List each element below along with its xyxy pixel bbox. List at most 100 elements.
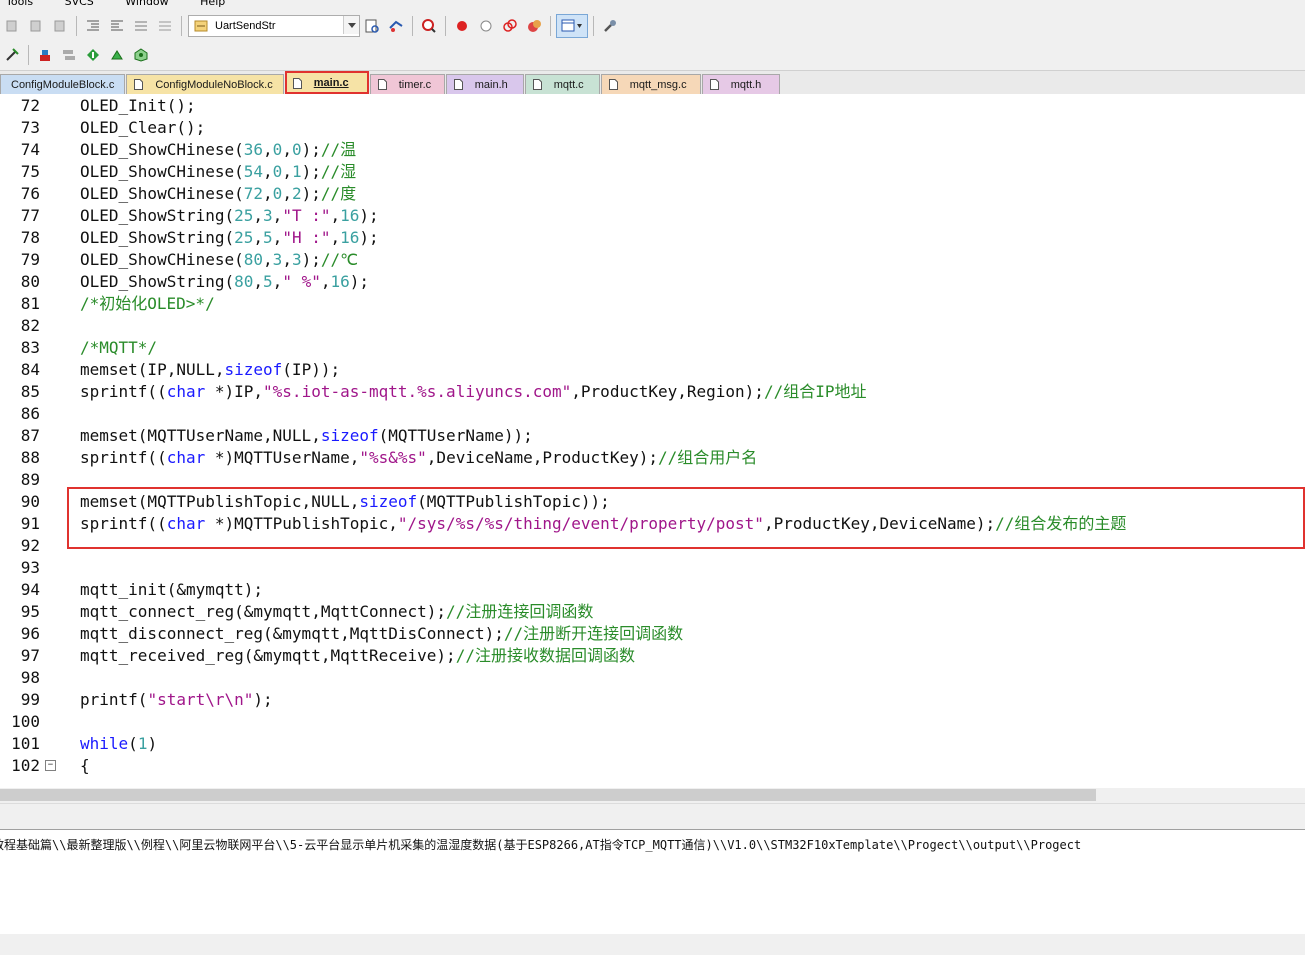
code-line[interactable]: 85 sprintf((char *)IP,"%s.iot-as-mqtt.%s.… [0,381,1305,403]
indent-icon[interactable] [82,15,104,37]
manage-components-icon[interactable] [130,44,152,66]
code-text: while(1) [80,734,158,753]
breakpoint-icon[interactable] [451,15,473,37]
toolbar-separator [76,16,77,36]
menu-window[interactable]: Window [125,0,168,8]
pane-splitter[interactable] [0,803,1305,830]
toolbar-separator [550,16,551,36]
line-number: 83 [20,338,40,357]
unindent-icon[interactable] [106,15,128,37]
tab-label: mqtt.h [730,78,762,91]
line-number: 98 [20,668,40,687]
target-function-combo[interactable]: UartSendStr [188,15,360,37]
line-number: 78 [20,228,40,247]
code-line[interactable]: 102− { [0,755,1305,777]
line-number: 100 [11,712,40,731]
build-toolbar [0,40,1305,71]
code-editor[interactable]: 72 OLED_Init(); 73 OLED_Clear(); 74 OLED_Show… [0,94,1305,788]
toolbar-separator [593,16,594,36]
menu-svcs[interactable]: SVCS [65,0,94,8]
code-line[interactable]: 96 mqtt_disconnect_reg(&mymqtt,MqttDisCon… [0,623,1305,645]
line-number: 91 [20,514,40,533]
line-number: 85 [20,382,40,401]
breakpoint-kill-icon[interactable] [523,15,545,37]
code-line[interactable]: 76 OLED_ShowCHinese(72,0,2);//度 [0,183,1305,205]
find-in-files-icon[interactable] [361,15,383,37]
line-number: 96 [20,624,40,643]
options-icon[interactable] [106,44,128,66]
code-text: sprintf((char *)MQTTUserName,"%s&%s",Dev… [80,448,758,467]
tab-mqtt-msg-c[interactable]: mqtt_msg.c [600,74,701,94]
file-tab-bar: ConfigModuleBlock.c ConfigModuleNoBlock.… [0,71,1305,94]
build-icon[interactable] [34,44,56,66]
tab-configmoduleblock[interactable]: ConfigModuleBlock.c [0,74,126,94]
code-text: OLED_ShowCHinese(36,0,0);//温 [80,140,357,159]
browse-icon[interactable] [385,15,407,37]
code-line[interactable]: 98 [0,667,1305,689]
tab-main-c[interactable]: main.c [284,71,369,94]
code-line[interactable]: 77 OLED_ShowString(25,3,"T :",16); [0,205,1305,227]
bookmark-clear-icon[interactable] [49,15,71,37]
code-line[interactable]: 86 [0,403,1305,425]
code-line[interactable]: 97 mqtt_received_reg(&mymqtt,MqttReceive)… [0,645,1305,667]
code-line[interactable]: 94 mqtt_init(&mymqtt); [0,579,1305,601]
code-line[interactable]: 80 OLED_ShowString(80,5," %",16); [0,271,1305,293]
editor-horizontal-scrollbar[interactable] [0,788,1305,802]
tab-configmodulenoblock[interactable]: ConfigModuleNoBlock.c [126,74,284,94]
line-number: 84 [20,360,40,379]
tab-mqtt-h[interactable]: mqtt.h [701,74,780,94]
uncomment-icon[interactable] [154,15,176,37]
code-line[interactable]: 73 OLED_Clear(); [0,117,1305,139]
code-text: mqtt_disconnect_reg(&mymqtt,MqttDisConne… [80,624,684,643]
bookmark-prev-icon[interactable] [1,15,23,37]
tab-main-h[interactable]: main.h [445,74,524,94]
bookmark-next-icon[interactable] [25,15,47,37]
rebuild-icon[interactable] [58,44,80,66]
fold-toggle-icon[interactable]: − [45,760,56,771]
line-number: 102 [11,756,40,775]
code-line[interactable]: 78 OLED_ShowString(25,5,"H :",16); [0,227,1305,249]
code-text: mqtt_connect_reg(&mymqtt,MqttConnect);//… [80,602,594,621]
code-line[interactable]: 84 memset(IP,NULL,sizeof(IP)); [0,359,1305,381]
code-line[interactable]: 75 OLED_ShowCHinese(54,0,1);//湿 [0,161,1305,183]
tab-label: timer.c [398,78,432,91]
code-line[interactable]: 99 printf("start\r\n"); [0,689,1305,711]
chevron-down-icon[interactable] [343,16,359,34]
code-line[interactable]: 83 /*MQTT*/ [0,337,1305,359]
toolbar-separator [28,45,29,65]
tab-mqtt-c[interactable]: mqtt.c [524,74,600,94]
line-number: 97 [20,646,40,665]
code-line[interactable]: 74 OLED_ShowCHinese(36,0,0);//温 [0,139,1305,161]
code-line[interactable]: 93 [0,557,1305,579]
code-line-partial [0,777,1305,788]
code-line[interactable]: 95 mqtt_connect_reg(&mymqtt,MqttConnect);… [0,601,1305,623]
code-line[interactable]: 82 [0,315,1305,337]
download-icon[interactable] [82,44,104,66]
code-line[interactable]: 100 [0,711,1305,733]
configure-wrench-icon[interactable] [599,15,621,37]
line-number: 92 [20,536,40,555]
code-line[interactable]: 87 memset(MQTTUserName,NULL,sizeof(MQTTUs… [0,425,1305,447]
edit-toolbar: UartSendStr [0,12,1305,40]
code-line[interactable]: 81 /*初始化OLED>*/ [0,293,1305,315]
breakpoint-clear-icon[interactable] [499,15,521,37]
line-number: 74 [20,140,40,159]
translate-icon[interactable] [1,44,23,66]
code-line[interactable]: 88 sprintf((char *)MQTTUserName,"%s&%s",D… [0,447,1305,469]
code-line[interactable]: 101 while(1) [0,733,1305,755]
code-line[interactable]: 72 OLED_Init(); [0,95,1305,117]
toolbar-separator [445,16,446,36]
line-number: 90 [20,492,40,511]
menu-help[interactable]: Help [200,0,225,8]
scrollbar-thumb[interactable] [0,789,1096,801]
menu-tools[interactable]: Tools [6,0,33,8]
tab-timer-c[interactable]: timer.c [369,74,445,94]
comment-icon[interactable] [130,15,152,37]
file-icon [608,79,618,90]
code-text: printf("start\r\n"); [80,690,273,709]
code-line[interactable]: 79 OLED_ShowCHinese(80,3,3);//℃ [0,249,1305,271]
breakpoint-disable-icon[interactable] [475,15,497,37]
debug-session-icon[interactable] [418,15,440,37]
window-layout-icon[interactable] [556,14,588,38]
tab-label: mqtt.c [553,78,584,91]
